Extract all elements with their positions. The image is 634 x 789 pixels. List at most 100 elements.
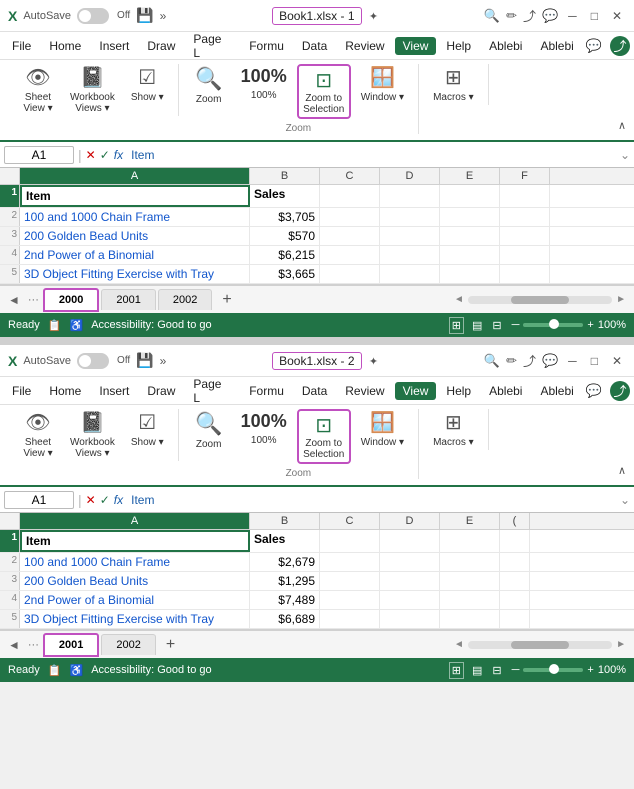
col-header-a-2[interactable]: A <box>20 513 250 529</box>
zoom-percent-1[interactable]: 100% <box>598 319 626 331</box>
cell-sales-header-1[interactable]: Sales <box>250 185 320 207</box>
ribbon-collapse-arrow-2[interactable]: ∧ <box>618 464 626 479</box>
macros-btn-2[interactable]: ⊞ Macros ▾ <box>427 409 480 450</box>
cell-d-4-1[interactable] <box>380 246 440 264</box>
cell-sales-header-2[interactable]: Sales <box>250 530 320 552</box>
formula-fx-icon-1[interactable]: fx <box>114 148 123 162</box>
close-btn-2[interactable]: ✕ <box>608 354 626 368</box>
formula-cancel-icon-1[interactable]: ✕ <box>86 148 96 162</box>
col-header-a-1[interactable]: A <box>20 168 250 184</box>
formula-confirm-icon-2[interactable]: ✓ <box>100 493 110 507</box>
scroll-left-2[interactable]: ◄ <box>454 639 464 650</box>
cell-sales-5-1[interactable]: $3,665 <box>250 265 320 283</box>
cell-sales-3-2[interactable]: $1,295 <box>250 572 320 590</box>
cell-e-2-2[interactable] <box>440 553 500 571</box>
more-arrow-1[interactable]: » <box>160 9 167 23</box>
zoom-out-btn-2[interactable]: ─ <box>512 664 520 676</box>
window-btn-2[interactable]: 🪟 Window ▾ <box>355 409 410 450</box>
col-header-f-1[interactable]: F <box>500 168 550 184</box>
sheet-view-btn-2[interactable]: 👁 SheetView ▾ <box>16 409 60 461</box>
formula-expand-icon-2[interactable]: ⌄ <box>620 493 630 507</box>
col-header-f-2[interactable]: ( <box>500 513 530 529</box>
formula-confirm-icon-1[interactable]: ✓ <box>100 148 110 162</box>
save-icon-2[interactable]: 💾 <box>136 352 153 369</box>
cell-f-3-2[interactable] <box>500 572 530 590</box>
menu-page-2[interactable]: Page L <box>185 375 239 407</box>
zoom-100-btn-1[interactable]: 100% 100% <box>235 64 293 103</box>
cell-item-header-1[interactable]: Item <box>20 185 250 207</box>
page-layout-icon-1[interactable]: ▤ <box>470 318 484 333</box>
tab-2002-1[interactable]: 2002 <box>158 289 212 310</box>
normal-view-icon-2[interactable]: ⊞ <box>449 662 464 679</box>
tab-add-2[interactable]: + <box>158 636 183 654</box>
cell-c-2-2[interactable] <box>320 553 380 571</box>
menu-ablebi2-2[interactable]: Ablebi <box>532 382 581 400</box>
cell-f-5-2[interactable] <box>500 610 530 628</box>
tab-ellipsis-2[interactable]: ··· <box>24 639 43 651</box>
scroll-left-1[interactable]: ◄ <box>454 294 464 305</box>
zoom-100-btn-2[interactable]: 100% 100% <box>235 409 293 448</box>
menu-view-2[interactable]: View <box>395 382 437 400</box>
search-icon-1[interactable]: 🔍 <box>484 8 500 24</box>
menu-data-2[interactable]: Data <box>294 382 335 400</box>
col-header-b-2[interactable]: B <box>250 513 320 529</box>
zoom-btn-2[interactable]: 🔍 Zoom <box>187 409 231 452</box>
cell-item-3-1[interactable]: 200 Golden Bead Units <box>20 227 250 245</box>
cell-sales-5-2[interactable]: $6,689 <box>250 610 320 628</box>
zoom-to-selection-btn-1[interactable]: ⊡ Zoom toSelection <box>297 64 351 119</box>
cell-e-1-1[interactable] <box>440 185 500 207</box>
col-header-b-1[interactable]: B <box>250 168 320 184</box>
cell-c-3-2[interactable] <box>320 572 380 590</box>
menu-formu-2[interactable]: Formu <box>241 382 292 400</box>
cell-c-4-1[interactable] <box>320 246 380 264</box>
menu-chat-icon-2[interactable]: 💬 <box>586 383 602 399</box>
cell-d-4-2[interactable] <box>380 591 440 609</box>
sheet-view-btn-1[interactable]: 👁 SheetView ▾ <box>16 64 60 116</box>
cell-sales-2-2[interactable]: $2,679 <box>250 553 320 571</box>
cell-c-3-1[interactable] <box>320 227 380 245</box>
cell-d-5-1[interactable] <box>380 265 440 283</box>
cell-sales-4-2[interactable]: $7,489 <box>250 591 320 609</box>
formula-input-1[interactable] <box>127 147 616 163</box>
menu-view-1[interactable]: View <box>395 37 437 55</box>
cell-f-4-2[interactable] <box>500 591 530 609</box>
cell-sales-3-1[interactable]: $570 <box>250 227 320 245</box>
menu-ablebi2-1[interactable]: Ablebi <box>532 37 581 55</box>
cell-e-4-2[interactable] <box>440 591 500 609</box>
star-icon-1[interactable]: ✦ <box>369 11 378 23</box>
zoom-percent-2[interactable]: 100% <box>598 664 626 676</box>
cell-item-4-2[interactable]: 2nd Power of a Binomial <box>20 591 250 609</box>
tab-prev-1[interactable]: ◄ <box>4 293 24 307</box>
show-btn-2[interactable]: ☑ Show ▾ <box>125 409 170 450</box>
ribbon-collapse-arrow-1[interactable]: ∧ <box>618 119 626 134</box>
menu-file-1[interactable]: File <box>4 37 39 55</box>
col-header-d-2[interactable]: D <box>380 513 440 529</box>
pen-icon-2[interactable]: ✏ <box>506 353 517 369</box>
scroll-track-1[interactable] <box>468 296 612 304</box>
menu-review-2[interactable]: Review <box>337 382 392 400</box>
menu-home-2[interactable]: Home <box>41 382 89 400</box>
col-header-c-1[interactable]: C <box>320 168 380 184</box>
zoom-in-btn-2[interactable]: + <box>587 664 593 676</box>
zoom-to-selection-btn-2[interactable]: ⊡ Zoom toSelection <box>297 409 351 464</box>
col-header-c-2[interactable]: C <box>320 513 380 529</box>
cell-d-2-1[interactable] <box>380 208 440 226</box>
zoom-out-btn-1[interactable]: ─ <box>512 319 520 331</box>
menu-insert-2[interactable]: Insert <box>91 382 137 400</box>
zoom-slider-2[interactable] <box>523 668 583 672</box>
tab-2002-2[interactable]: 2002 <box>101 634 155 655</box>
menu-file-2[interactable]: File <box>4 382 39 400</box>
cell-item-4-1[interactable]: 2nd Power of a Binomial <box>20 246 250 264</box>
cell-reference-2[interactable] <box>4 491 74 509</box>
accessibility-icon-2[interactable]: ♿ <box>70 664 84 677</box>
cell-d-1-2[interactable] <box>380 530 440 552</box>
chat-icon-2[interactable]: 💬 <box>542 353 558 369</box>
cell-c-2-1[interactable] <box>320 208 380 226</box>
chat-icon-1[interactable]: 💬 <box>542 8 558 24</box>
menu-page-1[interactable]: Page L <box>185 30 239 62</box>
share-icon-2[interactable]: ⤴ <box>523 351 536 370</box>
close-btn-1[interactable]: ✕ <box>608 9 626 23</box>
cell-item-2-2[interactable]: 100 and 1000 Chain Frame <box>20 553 250 571</box>
normal-view-icon-1[interactable]: ⊞ <box>449 317 464 334</box>
autosave-toggle-2[interactable] <box>77 353 109 369</box>
